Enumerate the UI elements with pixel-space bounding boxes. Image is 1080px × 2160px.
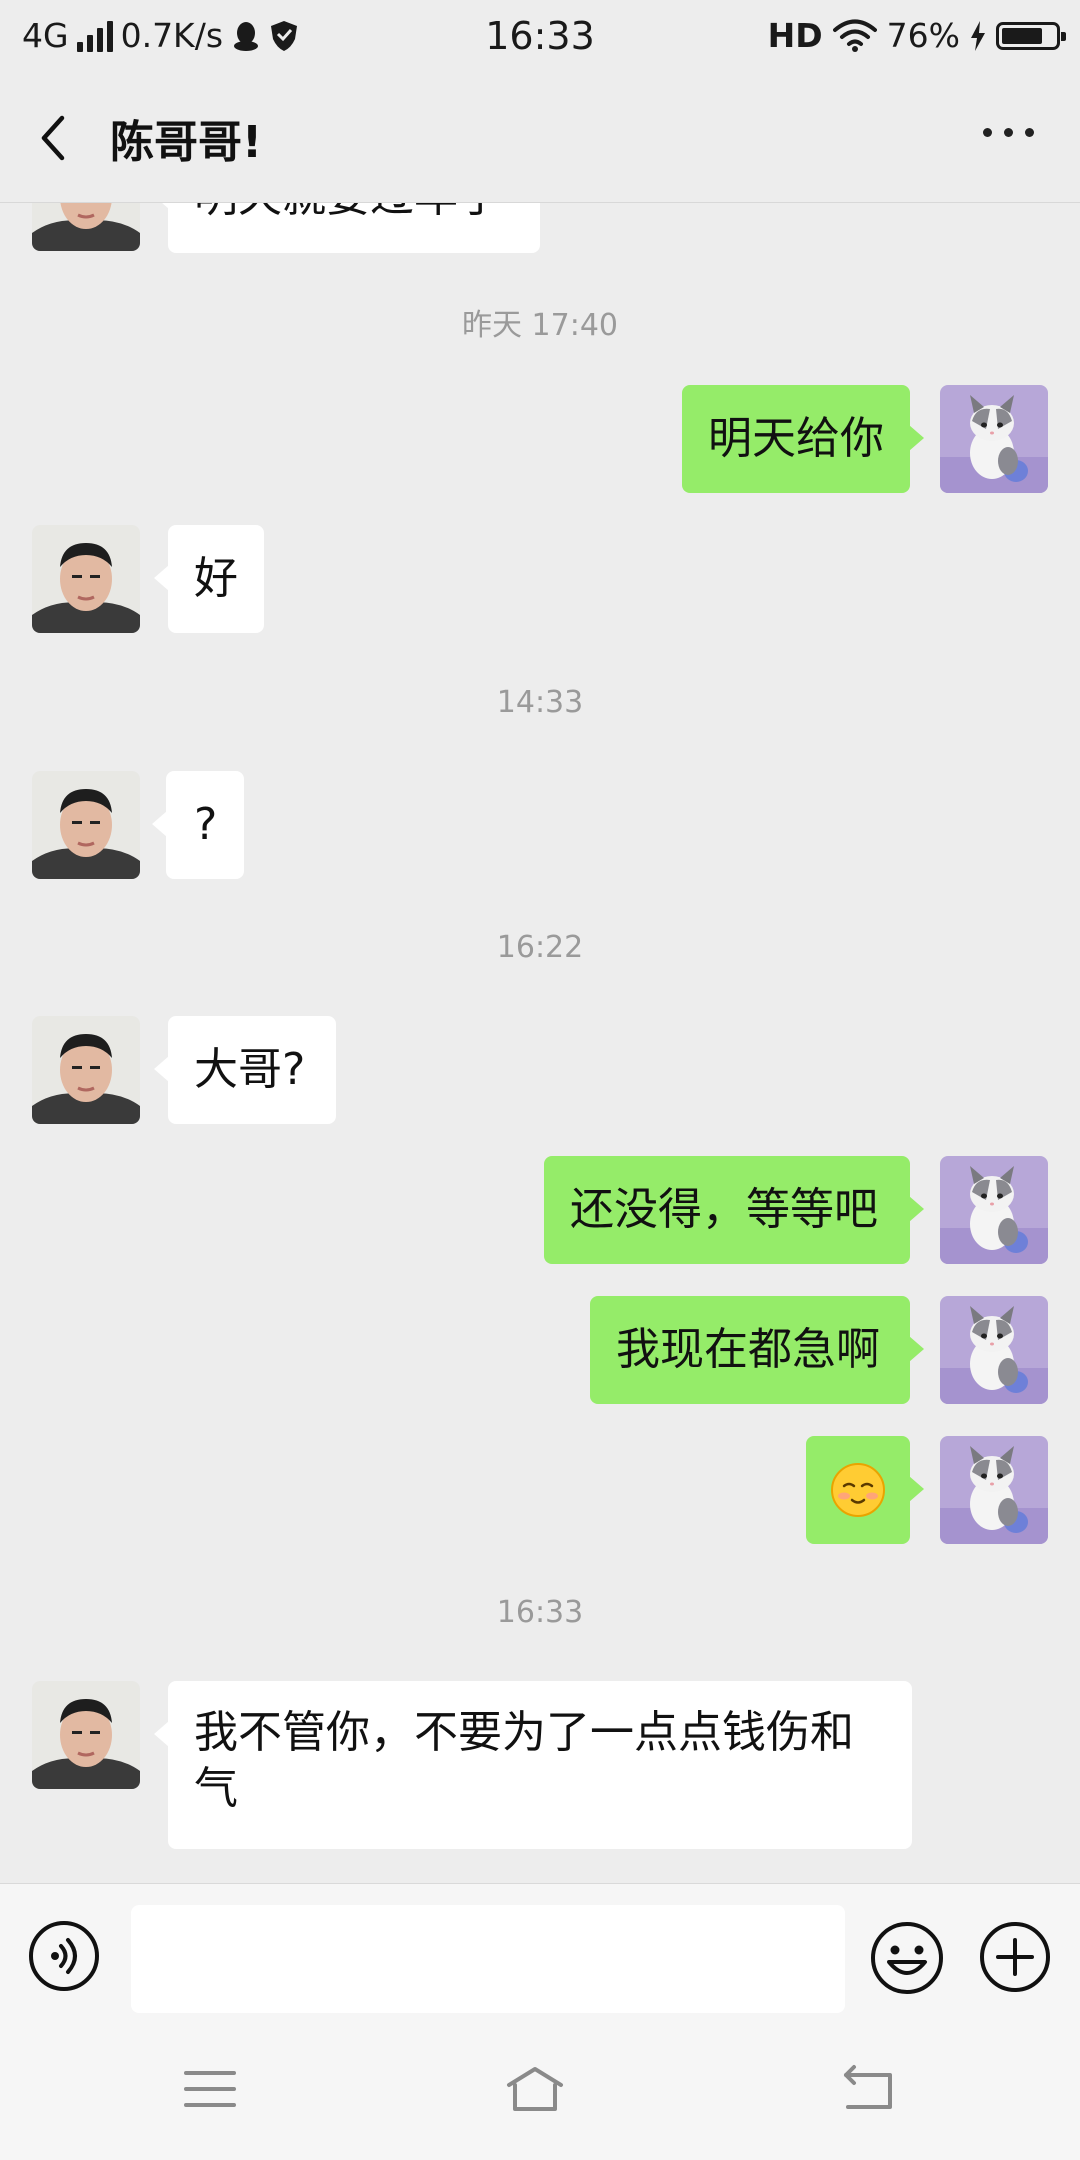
emoji-icon[interactable] xyxy=(869,1920,945,1996)
wifi-icon xyxy=(832,19,877,52)
contact-avatar[interactable] xyxy=(32,1681,140,1789)
incoming-message[interactable]: 好 xyxy=(154,525,264,633)
my-avatar[interactable] xyxy=(940,385,1048,493)
message-input[interactable] xyxy=(131,1905,845,2013)
status-bar: 4G 0.7K/s 16:33 HD 76% xyxy=(0,0,1080,72)
my-avatar[interactable] xyxy=(940,1296,1048,1404)
battery-icon xyxy=(996,21,1066,50)
input-bar xyxy=(0,1883,1080,2014)
more-dots-icon[interactable] xyxy=(983,128,1034,137)
contact-avatar[interactable] xyxy=(32,771,140,879)
chat-title: 陈哥哥! xyxy=(110,117,263,168)
message-text: 大哥? xyxy=(194,1044,306,1095)
contact-avatar[interactable] xyxy=(32,525,140,633)
message-text: 好 xyxy=(194,553,238,604)
system-nav-bar xyxy=(0,2013,1080,2160)
home-icon[interactable] xyxy=(505,2059,565,2119)
contact-avatar[interactable] xyxy=(32,203,140,251)
battery-percent: 76% xyxy=(886,16,960,55)
outgoing-message[interactable] xyxy=(806,1436,924,1544)
message-text: 明天就要过年了 xyxy=(194,203,502,222)
incoming-message[interactable]: ? xyxy=(152,771,244,879)
message-text: 我现在都急啊 xyxy=(616,1324,880,1375)
message-text: 我不管你，不要为了一点点钱伤和气 xyxy=(194,1707,854,1814)
outgoing-message[interactable]: 还没得，等等吧 xyxy=(544,1156,924,1264)
outgoing-message[interactable]: 我现在都急啊 xyxy=(590,1296,924,1404)
chat-area[interactable]: 明天就要过年了 昨天 17:40 明天给你 好 14:33 ? 16:22 大哥… xyxy=(0,203,1080,1883)
outgoing-message[interactable]: 明天给你 xyxy=(682,385,924,493)
message-text: 还没得，等等吧 xyxy=(570,1184,878,1235)
hd-indicator: HD xyxy=(767,16,823,55)
status-right: HD 76% xyxy=(767,16,1066,55)
my-avatar[interactable] xyxy=(940,1156,1048,1264)
incoming-message[interactable]: 明天就要过年了 xyxy=(154,203,540,253)
message-text: ? xyxy=(194,799,218,850)
plus-icon[interactable] xyxy=(978,1920,1052,1994)
timestamp: 14:33 xyxy=(496,685,584,720)
incoming-message[interactable]: 我不管你，不要为了一点点钱伤和气 xyxy=(154,1681,912,1849)
timestamp: 昨天 17:40 xyxy=(462,308,618,343)
contact-avatar[interactable] xyxy=(32,1016,140,1124)
battery-fill xyxy=(1002,27,1042,44)
timestamp: 16:22 xyxy=(496,930,584,965)
menu-icon[interactable] xyxy=(180,2059,240,2119)
back-nav-icon[interactable] xyxy=(838,2059,898,2119)
message-text: 明天给你 xyxy=(708,413,884,464)
smiling-face-emoji xyxy=(831,1463,885,1517)
chevron-left-icon[interactable] xyxy=(30,112,82,164)
voice-icon[interactable] xyxy=(28,1920,100,1992)
charging-icon xyxy=(971,20,985,51)
timestamp: 16:33 xyxy=(496,1595,584,1630)
my-avatar[interactable] xyxy=(940,1436,1048,1544)
chat-header: 陈哥哥! xyxy=(0,72,1080,203)
incoming-message[interactable]: 大哥? xyxy=(154,1016,336,1124)
